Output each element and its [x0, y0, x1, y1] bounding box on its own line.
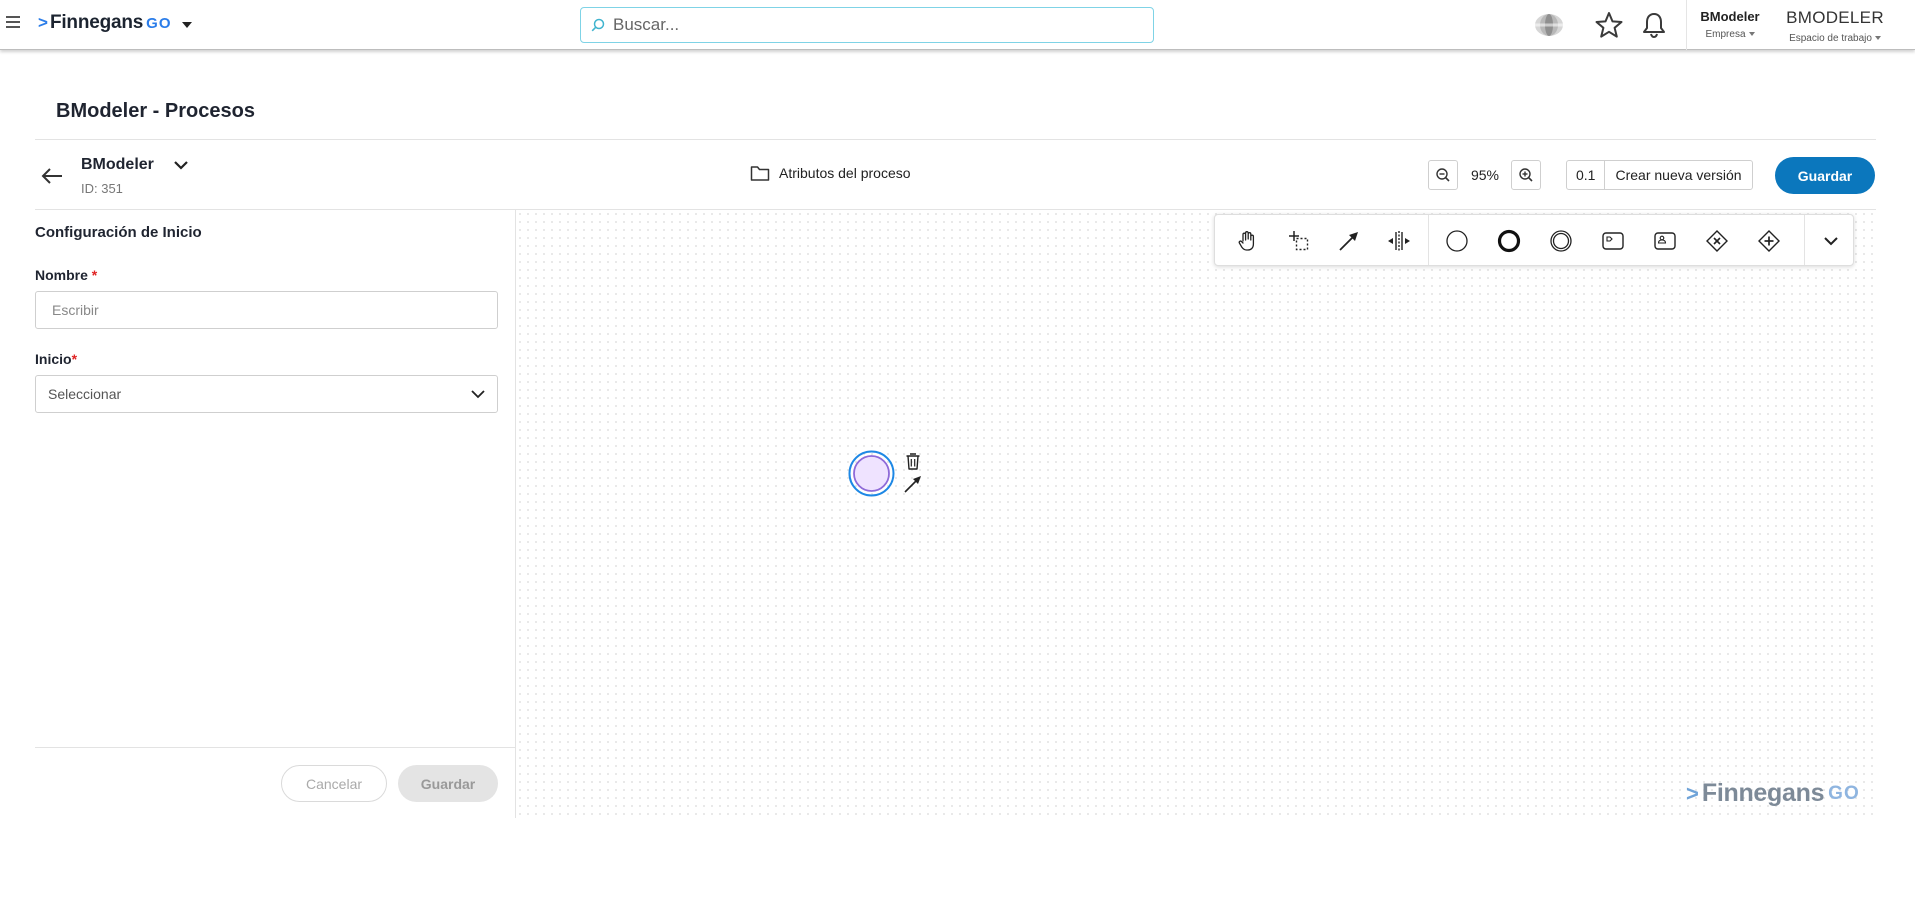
palette-separator	[1428, 215, 1429, 265]
caret-down-icon	[1874, 36, 1881, 41]
caret-down-icon[interactable]	[181, 22, 192, 28]
start-event-node[interactable]	[848, 450, 895, 497]
name-label-text: Nombre	[35, 267, 88, 283]
zoom-out-button[interactable]	[1428, 160, 1458, 190]
connect-arrow-icon[interactable]	[903, 474, 923, 494]
workspace-selector[interactable]: BMODELER Espacio de trabajo	[1777, 0, 1893, 50]
hand-tool-icon[interactable]	[1233, 227, 1261, 255]
version-number: 0.1	[1567, 161, 1606, 189]
top-bar: > Finnegans GO BModeler Empresa BMODELER…	[0, 0, 1915, 50]
panel-save-button[interactable]: Guardar	[398, 765, 498, 802]
panel-title: Configuración de Inicio	[35, 224, 202, 241]
process-attributes-link[interactable]: Atributos del proceso	[750, 164, 911, 182]
palette-separator	[1804, 215, 1805, 265]
caret-down-icon	[1748, 32, 1755, 37]
exclusive-gateway-icon[interactable]	[1703, 227, 1731, 255]
required-mark: *	[71, 351, 78, 367]
process-name: BModeler	[81, 156, 154, 173]
zoom-in-button[interactable]	[1511, 160, 1541, 190]
company-label: Empresa	[1705, 29, 1746, 40]
watermark-name: Finnegans	[1701, 779, 1825, 807]
watermark-chevron: >	[1686, 780, 1699, 806]
brand-logo[interactable]: > Finnegans GO	[38, 12, 192, 34]
chevron-down-icon[interactable]	[172, 157, 190, 173]
watermark-go: GO	[1828, 782, 1860, 804]
start-label-text: Inicio	[35, 351, 72, 367]
name-label: Nombre *	[35, 267, 97, 283]
parallel-gateway-icon[interactable]	[1755, 227, 1783, 255]
brand-name: Finnegans	[49, 12, 144, 33]
search-icon	[591, 18, 605, 32]
start-select-value: Seleccionar	[48, 386, 122, 402]
search-input[interactable]	[613, 15, 1113, 35]
divider	[35, 747, 516, 748]
divider	[35, 139, 1876, 140]
end-event-icon[interactable]	[1495, 227, 1523, 255]
intermediate-event-icon[interactable]	[1547, 227, 1575, 255]
watermark-logo: > Finnegans GO	[1686, 779, 1860, 808]
brand-go: GO	[146, 14, 172, 32]
sphere-icon[interactable]	[1533, 12, 1565, 38]
start-event-icon[interactable]	[1443, 227, 1471, 255]
bell-icon[interactable]	[1641, 11, 1667, 39]
create-version-button[interactable]: Crear nueva versión	[1605, 167, 1751, 183]
search-box[interactable]	[580, 7, 1154, 43]
trash-icon[interactable]	[903, 451, 923, 471]
zoom-in-icon	[1519, 168, 1533, 182]
workspace-label: Espacio de trabajo	[1789, 33, 1872, 44]
process-attributes-label: Atributos del proceso	[779, 165, 911, 181]
process-id: ID: 351	[81, 181, 123, 196]
task-icon[interactable]	[1599, 227, 1627, 255]
page-title: BModeler - Procesos	[56, 100, 255, 122]
brand-chevron: >	[38, 13, 48, 32]
version-control: 0.1 Crear nueva versión	[1566, 160, 1753, 190]
zoom-level: 95%	[1470, 167, 1500, 183]
space-tool-icon[interactable]	[1385, 227, 1413, 255]
hamburger-icon[interactable]	[6, 16, 20, 28]
connect-tool-icon[interactable]	[1335, 227, 1363, 255]
name-input[interactable]	[35, 291, 498, 329]
zoom-out-icon	[1436, 168, 1450, 182]
save-button[interactable]: Guardar	[1775, 157, 1875, 194]
star-icon[interactable]	[1595, 11, 1623, 39]
folder-icon	[750, 166, 770, 181]
company-selector[interactable]: BModeler Empresa	[1686, 0, 1773, 50]
start-label: Inicio*	[35, 351, 77, 367]
workspace-name: BMODELER	[1786, 8, 1884, 27]
chevron-down-icon	[471, 390, 485, 399]
back-arrow-icon[interactable]	[38, 164, 66, 188]
user-task-icon[interactable]	[1651, 227, 1679, 255]
required-mark: *	[91, 267, 98, 283]
tool-palette	[1214, 214, 1854, 266]
start-config-panel: Configuración de Inicio Nombre * Inicio*…	[35, 210, 516, 818]
diagram-canvas[interactable]	[516, 210, 1876, 818]
start-select[interactable]: Seleccionar	[35, 375, 498, 413]
lasso-tool-icon[interactable]	[1285, 227, 1313, 255]
company-name: BModeler	[1700, 9, 1760, 24]
cancel-button[interactable]: Cancelar	[281, 765, 387, 802]
expand-palette-icon[interactable]	[1817, 227, 1845, 255]
